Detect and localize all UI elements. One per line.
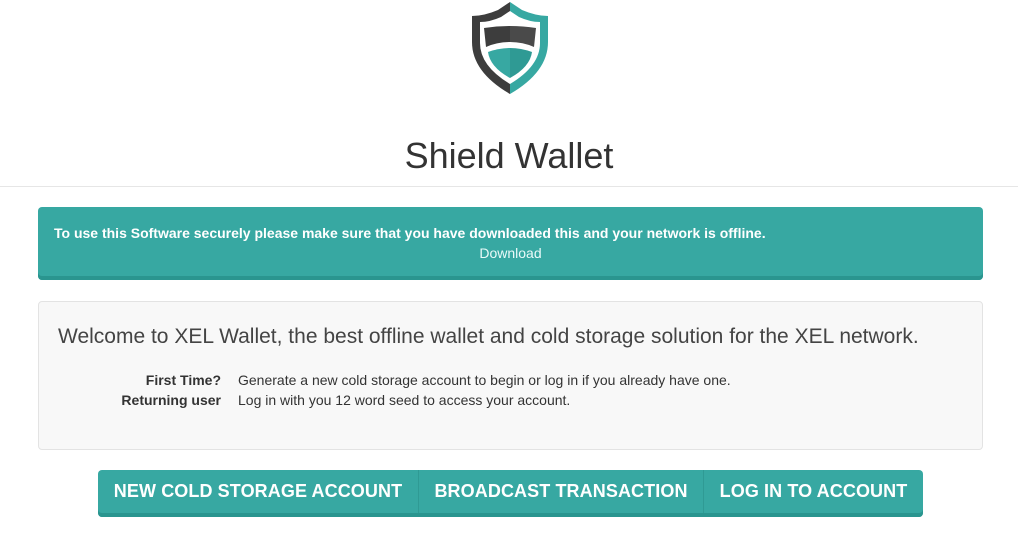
info-label: Returning user (121, 392, 221, 408)
log-in-to-account-button[interactable]: LOG IN TO ACCOUNT (703, 470, 923, 513)
info-value: Log in with you 12 word seed to access y… (238, 392, 571, 408)
offline-warning-alert: To use this Software securely please mak… (38, 207, 983, 280)
alert-message: To use this Software securely please mak… (54, 225, 766, 241)
header-divider (0, 186, 1018, 187)
welcome-panel: Welcome to XEL Wallet, the best offline … (38, 301, 983, 450)
info-row-returning-user: Returning user Log in with you 12 word s… (39, 390, 984, 410)
page-title: Shield Wallet (404, 135, 614, 176)
new-cold-storage-account-button[interactable]: NEW COLD STORAGE ACCOUNT (98, 470, 418, 513)
shield-icon (472, 2, 548, 94)
info-label: First Time? (145, 372, 221, 388)
download-link[interactable]: Download (38, 244, 983, 262)
broadcast-transaction-button[interactable]: BROADCAST TRANSACTION (418, 470, 703, 513)
welcome-heading: Welcome to XEL Wallet, the best offline … (58, 325, 919, 348)
page: Shield Wallet To use this Software secur… (0, 0, 1018, 555)
info-value: Generate a new cold storage account to b… (238, 372, 731, 388)
action-button-group: NEW COLD STORAGE ACCOUNT BROADCAST TRANS… (98, 470, 923, 517)
info-row-first-time: First Time? Generate a new cold storage … (39, 370, 984, 390)
